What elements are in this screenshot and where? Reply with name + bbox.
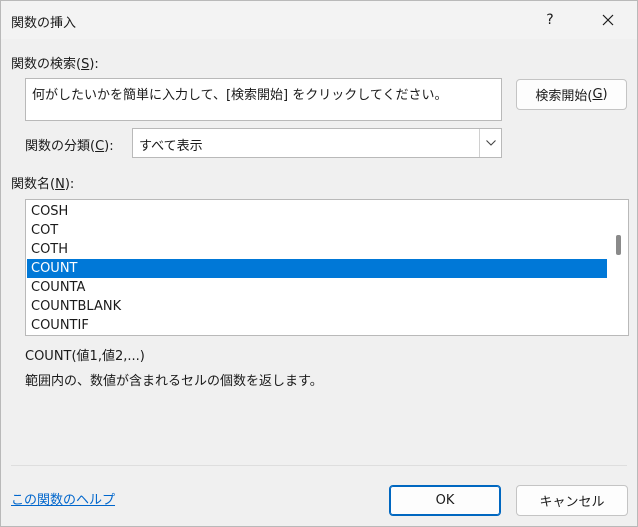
help-icon: ? bbox=[546, 12, 554, 28]
search-input[interactable]: 何がしたいかを簡単に入力して、[検索開始] をクリックしてください。 bbox=[25, 78, 502, 121]
list-item[interactable]: COUNTIF bbox=[27, 316, 607, 335]
list-item[interactable]: COSH bbox=[27, 202, 607, 221]
divider bbox=[11, 465, 627, 466]
cancel-button[interactable]: キャンセル bbox=[516, 485, 628, 516]
function-list-label: 関数名(N): bbox=[11, 177, 75, 192]
title-bar[interactable]: 関数の挿入 ? bbox=[1, 1, 637, 39]
function-syntax: COUNT(値1,値2,...) bbox=[25, 349, 145, 364]
list-item[interactable]: COUNTA bbox=[27, 278, 607, 297]
list-item[interactable]: COUNTBLANK bbox=[27, 297, 607, 316]
help-button[interactable]: ? bbox=[527, 1, 573, 39]
function-listbox[interactable]: COSH COT COTH COUNT COUNTA COUNTBLANK CO… bbox=[25, 199, 629, 336]
list-item[interactable]: COTH bbox=[27, 240, 607, 259]
list-item-selected[interactable]: COUNT bbox=[27, 259, 607, 278]
ok-button[interactable]: OK bbox=[389, 485, 501, 516]
search-label: 関数の検索(S): bbox=[11, 57, 99, 72]
function-description: 範囲内の、数値が含まれるセルの個数を返します。 bbox=[25, 374, 323, 389]
scrollbar-thumb[interactable] bbox=[616, 235, 621, 255]
category-select[interactable]: すべて表示 bbox=[132, 128, 502, 158]
window-title: 関数の挿入 bbox=[11, 16, 77, 31]
function-help-link[interactable]: この関数のヘルプ bbox=[11, 489, 115, 508]
category-label: 関数の分類(C): bbox=[25, 139, 114, 154]
chevron-down-icon[interactable] bbox=[479, 129, 501, 157]
search-input-text: 何がしたいかを簡単に入力して、[検索開始] をクリックしてください。 bbox=[32, 88, 448, 103]
search-go-button[interactable]: 検索開始(G) bbox=[516, 79, 627, 110]
insert-function-dialog: 関数の挿入 ? 関数の検索(S): 何がしたいかを簡単に入力して、[検索開始] … bbox=[0, 0, 638, 527]
list-scrollbar[interactable] bbox=[608, 200, 628, 335]
close-icon bbox=[602, 14, 614, 26]
list-item[interactable]: COT bbox=[27, 221, 607, 240]
close-button[interactable] bbox=[585, 1, 631, 39]
category-select-value: すべて表示 bbox=[139, 139, 203, 154]
